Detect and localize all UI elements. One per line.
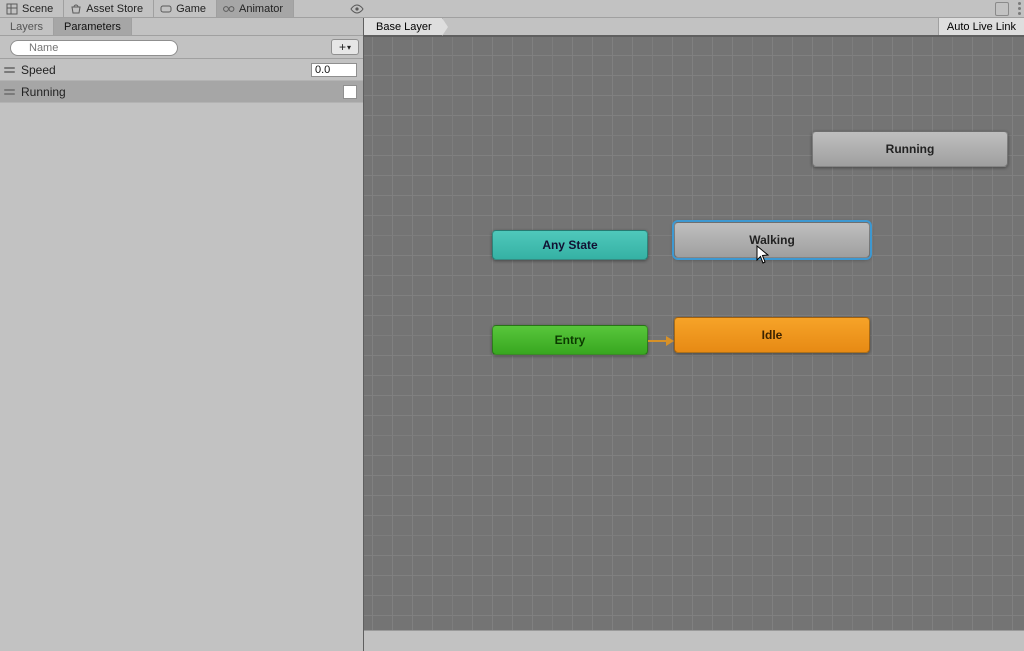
subtab-label: Parameters — [64, 21, 121, 33]
scene-icon — [6, 3, 18, 15]
transition-arrow[interactable] — [648, 340, 668, 342]
parameter-row[interactable]: Speed — [0, 59, 363, 81]
subtab-parameters[interactable]: Parameters — [54, 18, 132, 35]
parameter-name: Speed — [21, 63, 311, 77]
drag-handle-icon[interactable] — [4, 89, 15, 95]
tab-label: Asset Store — [86, 3, 143, 15]
node-label: Any State — [542, 238, 597, 252]
breadcrumb-label: Base Layer — [376, 21, 432, 33]
parameter-row[interactable]: Running — [0, 81, 363, 103]
editor-tab-strip: Scene Asset Store Game Animator — [0, 0, 1024, 18]
tab-animator[interactable]: Animator — [217, 0, 294, 17]
node-label: Walking — [749, 233, 795, 247]
tab-options-icon[interactable] — [1015, 0, 1024, 17]
tab-label: Scene — [22, 3, 53, 15]
tab-game[interactable]: Game — [154, 0, 217, 17]
auto-live-link-button[interactable]: Auto Live Link — [938, 18, 1024, 35]
parameter-value-input[interactable] — [311, 63, 357, 77]
parameter-name: Running — [21, 85, 343, 99]
node-running[interactable]: Running — [812, 131, 1008, 167]
tab-label: Animator — [239, 3, 283, 15]
animator-left-panel: Layers Parameters + ▾ Speed — [0, 18, 364, 651]
node-label: Entry — [555, 333, 586, 347]
parameter-search-input[interactable] — [10, 40, 178, 56]
node-label: Idle — [762, 328, 783, 342]
node-entry[interactable]: Entry — [492, 325, 648, 355]
parameter-list: Speed Running — [0, 58, 363, 103]
auto-live-link-label: Auto Live Link — [947, 21, 1016, 33]
breadcrumb-bar: Base Layer Auto Live Link — [364, 18, 1024, 36]
plus-icon: + — [339, 40, 346, 54]
node-label: Running — [886, 142, 935, 156]
game-icon — [160, 3, 172, 15]
node-idle[interactable]: Idle — [674, 317, 870, 353]
node-walking[interactable]: Walking — [674, 222, 870, 258]
tab-asset-store[interactable]: Asset Store — [64, 0, 154, 17]
breadcrumb-base-layer[interactable]: Base Layer — [364, 18, 443, 35]
animator-right-panel: Base Layer Auto Live Link Any State Entr… — [364, 18, 1024, 651]
state-graph-canvas[interactable]: Any State Entry Walking Idle Running — [364, 36, 1024, 651]
animator-icon — [223, 3, 235, 15]
animator-subtabs: Layers Parameters — [0, 18, 363, 36]
lock-toggle[interactable] — [995, 2, 1009, 16]
subtab-layers[interactable]: Layers — [0, 18, 54, 35]
add-parameter-button[interactable]: + ▾ — [331, 39, 359, 55]
visibility-icon[interactable] — [350, 2, 364, 16]
parameter-bool-checkbox[interactable] — [343, 85, 357, 99]
drag-handle-icon[interactable] — [4, 67, 15, 73]
tab-scene[interactable]: Scene — [0, 0, 64, 17]
subtab-label: Layers — [10, 21, 43, 33]
tab-label: Game — [176, 3, 206, 15]
asset-store-icon — [70, 3, 82, 15]
node-any-state[interactable]: Any State — [492, 230, 648, 260]
chevron-down-icon: ▾ — [347, 43, 351, 52]
